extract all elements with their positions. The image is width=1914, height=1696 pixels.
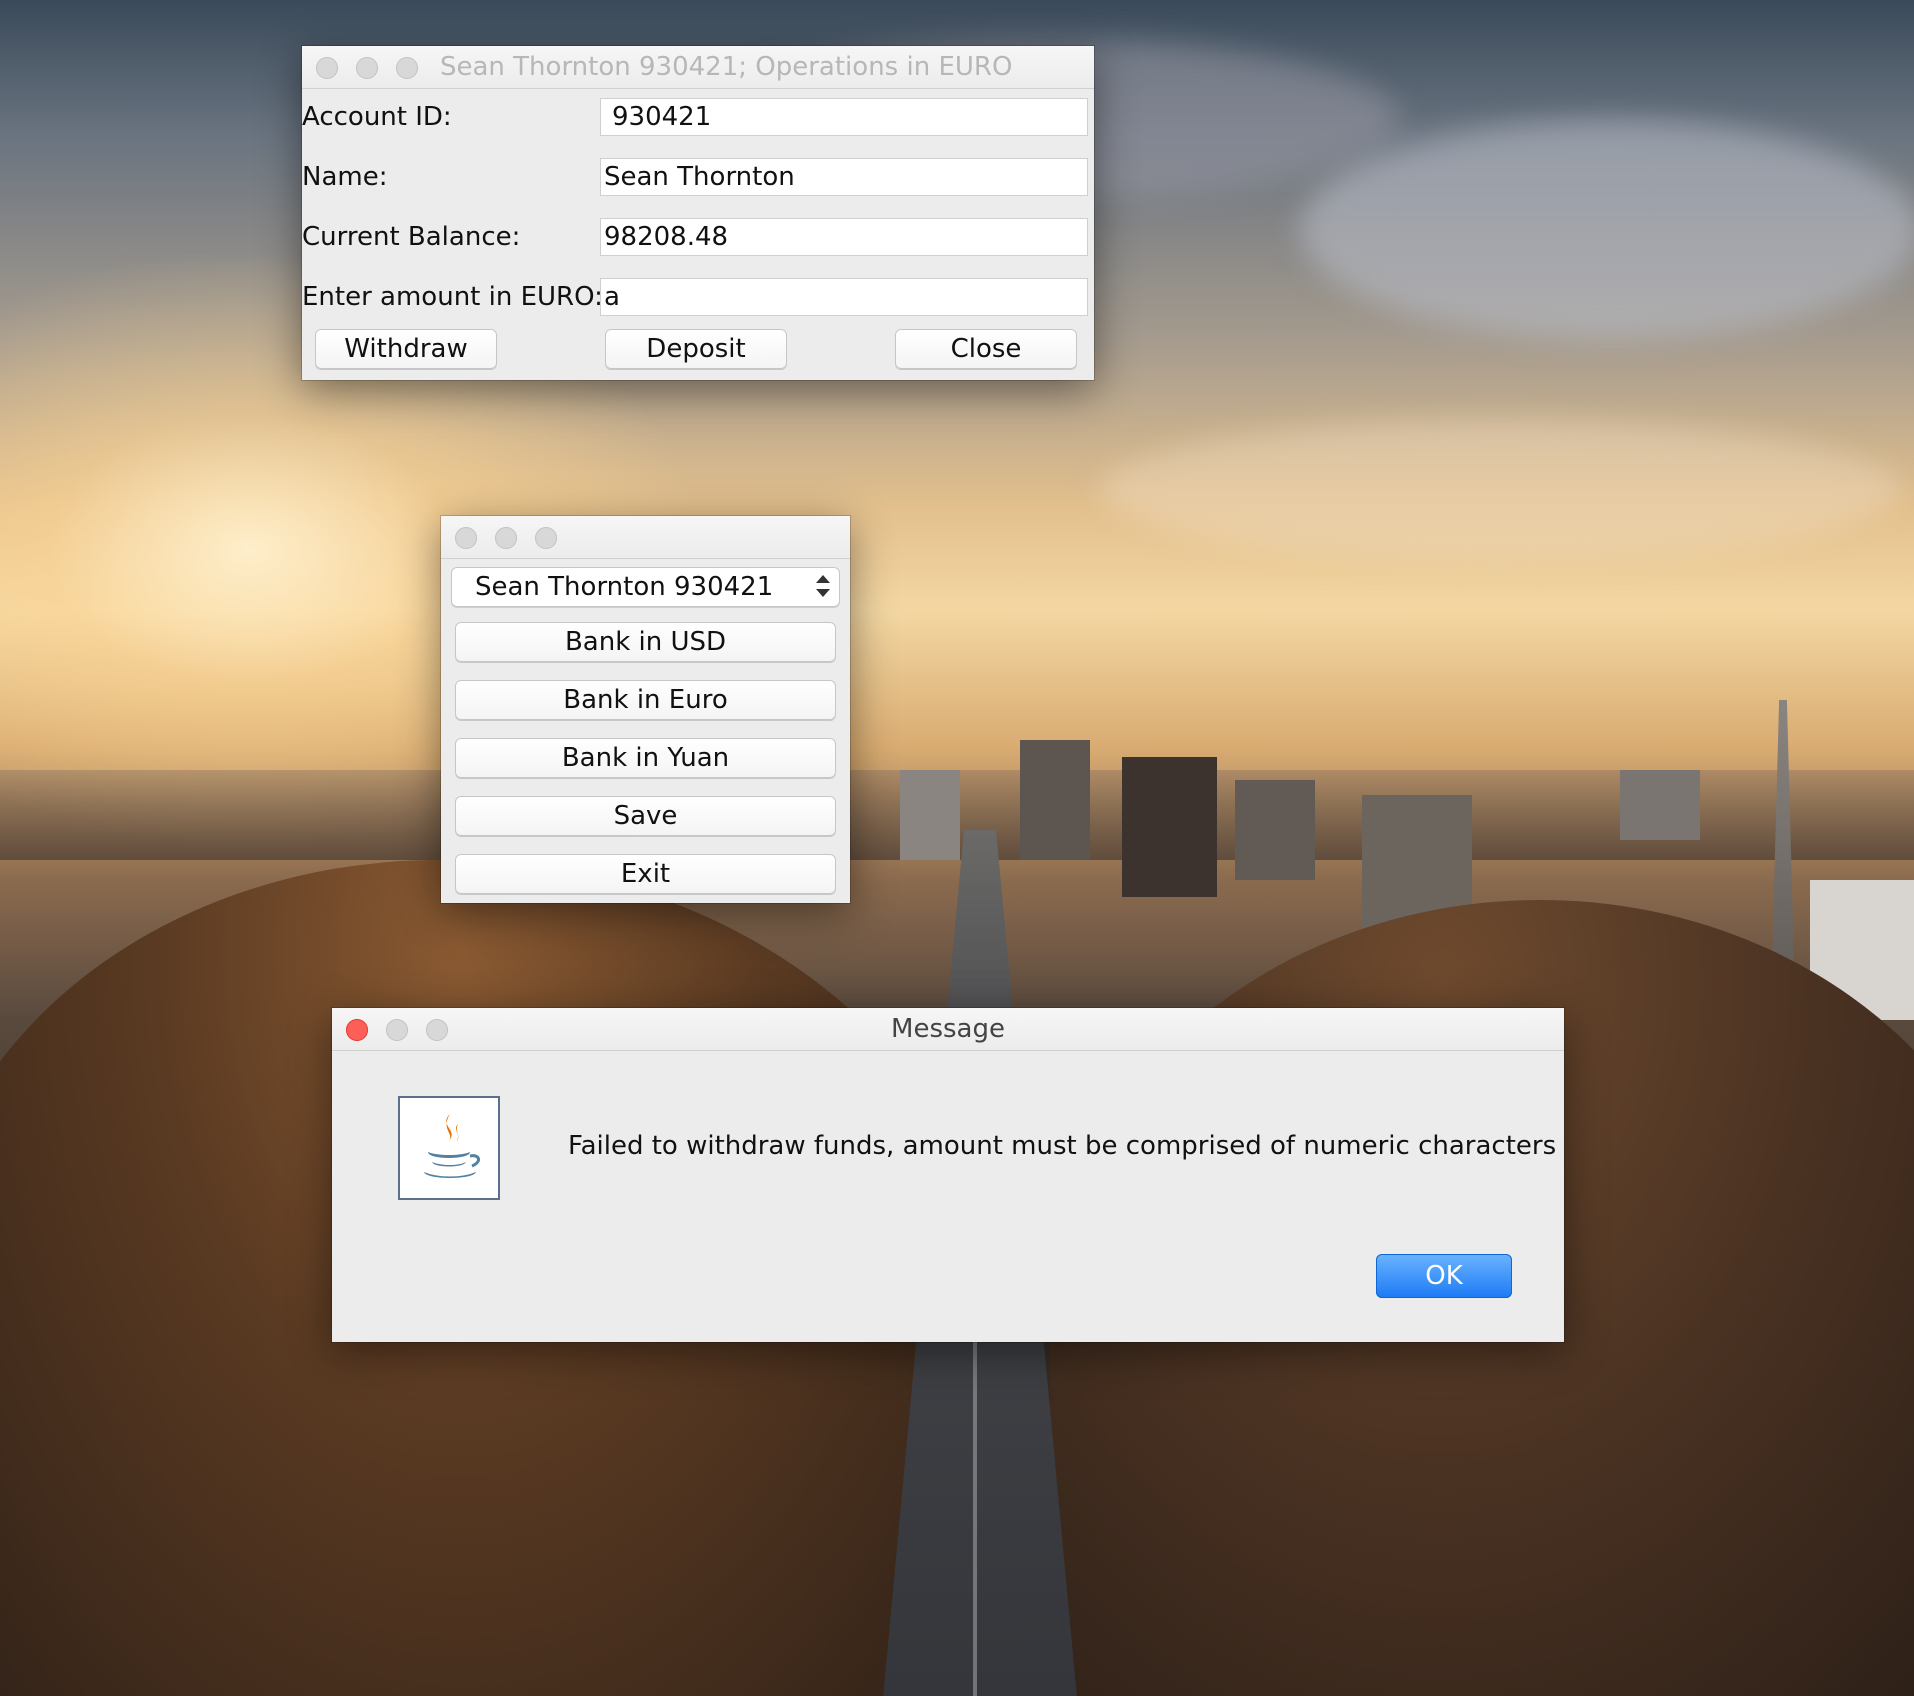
zoom-window-icon[interactable]	[535, 527, 557, 549]
cloud	[1300, 120, 1914, 340]
ok-button[interactable]: OK	[1376, 1254, 1512, 1298]
building	[1235, 780, 1315, 880]
amount-input[interactable]: a	[600, 278, 1088, 316]
balance-row: Current Balance: 98208.48	[302, 218, 1094, 256]
title-bar[interactable]: Message	[332, 1008, 1564, 1051]
minimize-window-icon[interactable]	[495, 527, 517, 549]
deposit-button[interactable]: Deposit	[605, 329, 787, 369]
bank-in-usd-button[interactable]: Bank in USD	[455, 622, 836, 662]
account-select[interactable]: Sean Thornton 930421	[451, 567, 840, 607]
close-window-icon[interactable]	[316, 57, 338, 79]
bank-in-euro-button[interactable]: Bank in Euro	[455, 680, 836, 720]
account-operations-window: Sean Thornton 930421; Operations in EURO…	[302, 46, 1094, 380]
account-id-label: Account ID:	[302, 102, 452, 132]
building	[1122, 757, 1217, 897]
minimize-window-icon[interactable]	[386, 1019, 408, 1041]
window-title: Sean Thornton 930421; Operations in EURO	[440, 52, 1013, 82]
amount-row: Enter amount in EURO: a	[302, 278, 1094, 316]
name-row: Name: Sean Thornton	[302, 158, 1094, 196]
updown-arrows-icon	[812, 567, 832, 607]
building	[900, 770, 960, 860]
account-id-row: Account ID: 930421	[302, 98, 1094, 136]
name-label: Name:	[302, 162, 388, 192]
message-text: Failed to withdraw funds, amount must be…	[568, 1131, 1557, 1161]
close-window-icon[interactable]	[455, 527, 477, 549]
java-icon	[398, 1096, 500, 1200]
cloud	[1100, 420, 1900, 560]
dialog-title: Message	[891, 1014, 1005, 1044]
withdraw-button[interactable]: Withdraw	[315, 329, 497, 369]
menu-content: Sean Thornton 930421 Bank in USD Bank in…	[441, 559, 850, 903]
close-button[interactable]: Close	[895, 329, 1077, 369]
account-id-field[interactable]: 930421	[600, 98, 1088, 136]
title-bar[interactable]	[441, 516, 850, 559]
zoom-window-icon[interactable]	[426, 1019, 448, 1041]
building	[1620, 770, 1700, 840]
zoom-window-icon[interactable]	[396, 57, 418, 79]
bank-menu-window: Sean Thornton 930421 Bank in USD Bank in…	[441, 516, 850, 903]
name-field[interactable]: Sean Thornton	[600, 158, 1088, 196]
building	[1020, 740, 1090, 860]
amount-label: Enter amount in EURO:	[302, 282, 603, 312]
save-button[interactable]: Save	[455, 796, 836, 836]
bank-in-yuan-button[interactable]: Bank in Yuan	[455, 738, 836, 778]
minimize-window-icon[interactable]	[356, 57, 378, 79]
message-dialog: Message Failed to withdraw funds, amount…	[332, 1008, 1564, 1342]
balance-field[interactable]: 98208.48	[600, 218, 1088, 256]
title-bar[interactable]: Sean Thornton 930421; Operations in EURO	[302, 46, 1094, 89]
account-select-value: Sean Thornton 930421	[475, 572, 774, 602]
balance-label: Current Balance:	[302, 222, 521, 252]
exit-button[interactable]: Exit	[455, 854, 836, 894]
close-window-icon[interactable]	[346, 1019, 368, 1041]
